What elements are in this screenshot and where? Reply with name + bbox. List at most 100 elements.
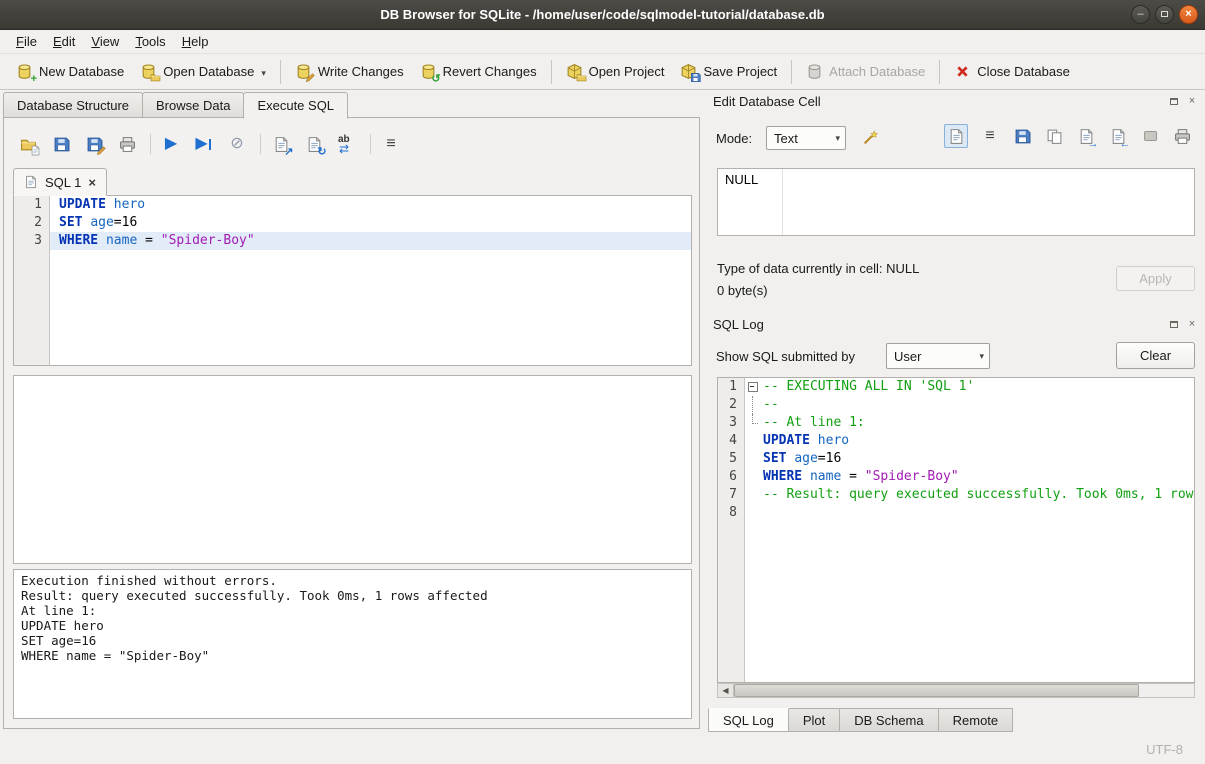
float-panel-icon[interactable]: [1167, 94, 1181, 108]
tab-db-schema[interactable]: DB Schema: [839, 708, 938, 732]
save-sql-file-button[interactable]: [49, 132, 73, 156]
menu-edit[interactable]: Edit: [45, 31, 83, 52]
save-project-button[interactable]: Save Project: [672, 58, 785, 85]
dock-tab-bar: SQL Log Plot DB Schema Remote: [708, 708, 1012, 732]
mode-select[interactable]: Text ▾: [766, 126, 846, 150]
save-as-icon: [1014, 128, 1031, 145]
print-cell-button[interactable]: [1172, 126, 1192, 146]
sql-log-view[interactable]: 1 -- EXECUTING ALL IN 'SQL 1' 2 -- 3 -- …: [717, 377, 1195, 683]
open-database-dropdown-icon[interactable]: ▾: [261, 68, 266, 80]
revert-changes-button[interactable]: ↺ Revert Changes: [412, 58, 545, 85]
button-label: Open Database: [163, 64, 254, 79]
tab-remote[interactable]: Remote: [938, 708, 1014, 732]
save-sql-file-as-icon: [86, 136, 103, 153]
copy-icon: [1046, 128, 1063, 145]
open-sql-in-tab-button[interactable]: ↗: [269, 132, 293, 156]
encoding-indicator[interactable]: UTF-8: [1146, 742, 1183, 757]
execute-all-button[interactable]: ▶: [159, 132, 183, 156]
open-database-button[interactable]: Open Database ▾: [132, 58, 274, 85]
save-sql-file-as-button[interactable]: [82, 132, 106, 156]
mode-text-button[interactable]: [944, 124, 968, 148]
tab-sql-log[interactable]: SQL Log: [708, 708, 789, 732]
main-tab-bar: Database Structure Browse Data Execute S…: [3, 92, 347, 119]
log-line: 5 SET age=16: [718, 450, 1194, 468]
export-icon: →: [1078, 128, 1095, 145]
edit-cell-header: Edit Database Cell: [713, 94, 821, 109]
scroll-left-icon[interactable]: ◀: [718, 684, 734, 697]
window-controls: – ×: [1131, 5, 1198, 24]
word-wrap-button[interactable]: ≡: [980, 126, 1000, 146]
close-database-icon: [954, 63, 971, 80]
horizontal-scrollbar[interactable]: ◀ ▶: [717, 683, 1195, 698]
word-wrap-button[interactable]: ≡: [379, 132, 403, 156]
fold-marker[interactable]: [745, 378, 760, 396]
line-number: 2: [14, 214, 50, 232]
open-sql-file-icon: [20, 136, 37, 153]
write-changes-button[interactable]: Write Changes: [287, 58, 412, 85]
sql-tab-label: SQL 1: [45, 175, 81, 190]
cell-editor-toolbar: ≡ → ←: [944, 124, 1192, 148]
find-replace-button[interactable]: ab ⇄: [335, 132, 359, 156]
new-database-button[interactable]: + New Database: [8, 58, 132, 85]
tab-plot[interactable]: Plot: [788, 708, 840, 732]
word-wrap-icon: ≡: [386, 136, 395, 152]
line-number: 7: [718, 486, 745, 504]
menu-tools[interactable]: Tools: [127, 31, 173, 52]
scrollbar-track[interactable]: [734, 684, 1194, 697]
cell-editor[interactable]: NULL: [717, 168, 1195, 236]
titlebar[interactable]: DB Browser for SQLite - /home/user/code/…: [0, 0, 1205, 30]
toolbar-separator: [370, 134, 371, 154]
menu-help[interactable]: Help: [174, 31, 217, 52]
open-project-button[interactable]: Open Project: [558, 58, 673, 85]
export-button[interactable]: →: [1076, 126, 1096, 146]
tab-database-structure[interactable]: Database Structure: [3, 92, 143, 118]
set-null-button[interactable]: [1140, 126, 1160, 146]
log-line: 6 WHERE name = "Spider-Boy": [718, 468, 1194, 486]
print-sql-button[interactable]: [115, 132, 139, 156]
save-as-button[interactable]: [1012, 126, 1032, 146]
close-button[interactable]: ×: [1179, 5, 1198, 24]
toolbar-separator: [260, 134, 261, 154]
maximize-button[interactable]: [1155, 5, 1174, 24]
tab-execute-sql[interactable]: Execute SQL: [243, 92, 348, 119]
sql-tab-close-icon[interactable]: ×: [88, 176, 96, 189]
import-button[interactable]: ←: [1108, 126, 1128, 146]
line-number: 1: [14, 196, 50, 214]
close-panel-icon[interactable]: ×: [1185, 94, 1199, 108]
minimize-button[interactable]: –: [1131, 5, 1150, 24]
attach-database-button[interactable]: Attach Database: [798, 58, 933, 85]
log-line: 2 --: [718, 396, 1194, 414]
scrollbar-thumb[interactable]: [734, 684, 1139, 697]
tab-browse-data[interactable]: Browse Data: [142, 92, 244, 118]
execute-current-line-button[interactable]: ▶: [192, 132, 216, 156]
results-grid[interactable]: [13, 375, 692, 564]
line-number: 3: [14, 232, 50, 250]
open-sql-file-button[interactable]: [16, 132, 40, 156]
clear-log-button[interactable]: Clear: [1116, 342, 1195, 369]
menu-view[interactable]: View: [83, 31, 127, 52]
auto-switch-mode-button[interactable]: [860, 127, 880, 147]
fold-marker: [745, 432, 760, 450]
close-panel-icon[interactable]: ×: [1185, 317, 1199, 331]
menu-file[interactable]: File: [8, 31, 45, 52]
log-filter-select[interactable]: User ▾: [886, 343, 990, 369]
sql-editor[interactable]: 1 UPDATE hero 2 SET age=16 3 WHERE name …: [13, 195, 692, 366]
mode-label: Mode:: [716, 131, 752, 146]
copy-button[interactable]: [1044, 126, 1064, 146]
execute-all-icon: ▶: [165, 136, 177, 152]
close-database-button[interactable]: Close Database: [946, 58, 1078, 85]
log-filter-value: User: [894, 349, 921, 364]
stop-execution-button[interactable]: ⊘: [225, 132, 249, 156]
sql-tab[interactable]: SQL 1 ×: [13, 168, 107, 196]
new-database-icon: +: [16, 63, 33, 80]
apply-button[interactable]: Apply: [1116, 266, 1195, 291]
log-line: 8: [718, 504, 1194, 522]
fold-marker: [745, 486, 760, 504]
menubar: File Edit View Tools Help: [0, 30, 1205, 53]
refresh-button[interactable]: ↻: [302, 132, 326, 156]
line-number: 1: [718, 378, 745, 396]
float-panel-icon[interactable]: [1167, 317, 1181, 331]
execution-output[interactable]: Execution finished without errors. Resul…: [13, 569, 692, 719]
write-changes-icon: [295, 63, 312, 80]
app-window: DB Browser for SQLite - /home/user/code/…: [0, 0, 1205, 764]
